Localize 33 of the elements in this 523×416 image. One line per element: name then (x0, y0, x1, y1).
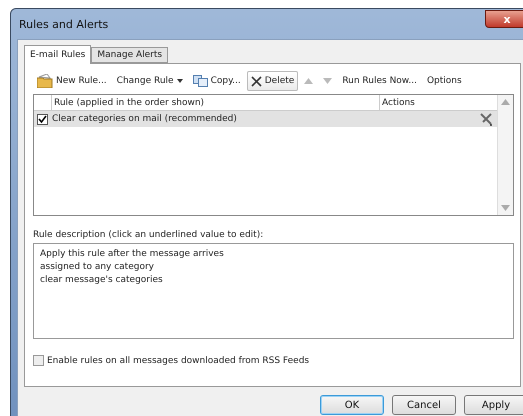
copy-icon (192, 75, 208, 87)
tab[interactable]: E-mail Rules (24, 45, 92, 64)
down-arrow-icon (323, 78, 332, 84)
toolbar-button[interactable]: New Rule... (33, 71, 111, 91)
column-header[interactable]: Rule (applied in the order shown) (51, 95, 379, 110)
rule-row[interactable]: Clear categories on mail (recommended) (34, 111, 497, 127)
checkbox[interactable] (37, 114, 48, 124)
toolbar-button[interactable]: Copy... (188, 71, 245, 91)
up-arrow-icon (304, 78, 314, 84)
checkbox-label: Enable rules on all messages downloaded from RSS Feeds (47, 356, 310, 366)
tools-icon (479, 112, 493, 126)
folder-icon (37, 74, 53, 88)
description-line: Apply this rule after the message arrives (40, 249, 225, 259)
toolbar-button[interactable]: Change Rule (112, 71, 187, 91)
checkbox[interactable] (33, 355, 44, 366)
description-line: assigned to any category (40, 262, 155, 272)
down-arrow-icon (501, 205, 510, 211)
close-icon (250, 76, 262, 86)
rule-name: Clear categories on mail (recommended) (52, 114, 238, 124)
toolbar-button[interactable]: Delete (246, 71, 298, 91)
description-label: Rule description (click an underlined value to edit): (33, 230, 264, 240)
description-line: clear message's categories (40, 275, 164, 285)
caret-icon (176, 79, 183, 83)
toolbar-button[interactable]: Run Rules Now... (338, 71, 421, 91)
close-button[interactable]: x (485, 10, 523, 28)
dialog-button[interactable]: Apply (464, 395, 523, 415)
toolbar-button[interactable]: Options (422, 71, 466, 91)
tab[interactable]: Manage Alerts (91, 47, 168, 63)
scrollbar[interactable] (497, 95, 513, 215)
window-title: Rules and Alerts (19, 18, 108, 30)
up-arrow-icon (501, 99, 510, 105)
dialog-button[interactable]: OK (320, 395, 384, 415)
dialog-button[interactable]: Cancel (392, 395, 456, 415)
